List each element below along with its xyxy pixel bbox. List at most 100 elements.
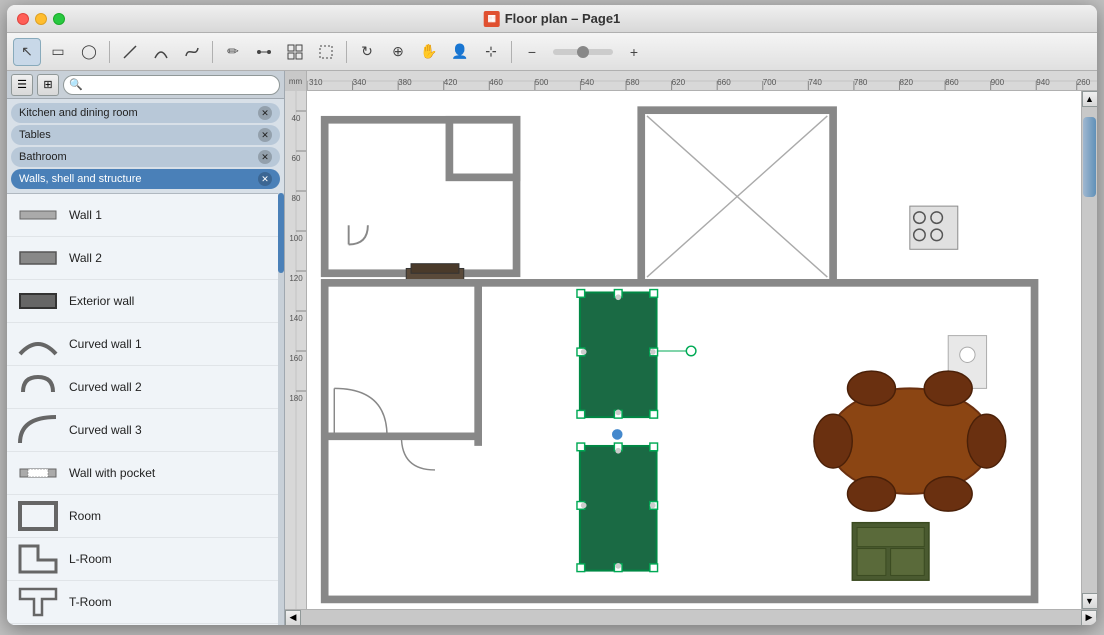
svg-text:940: 940 [1036,78,1050,87]
shape-item-wall1[interactable]: Wall 1 [7,194,278,237]
svg-text:460: 460 [489,78,503,87]
user-button[interactable]: 👤 [446,38,474,66]
svg-text:820: 820 [900,78,914,87]
close-button[interactable] [17,13,29,25]
app-icon: ▦ [484,11,500,27]
group-tool-button[interactable] [281,38,309,66]
ellipse-tool-button[interactable]: ◯ [75,38,103,66]
svg-text:120: 120 [289,274,303,283]
wall1-label: Wall 1 [69,208,102,222]
chip-walls-close[interactable]: ✕ [258,172,272,186]
pointer-button[interactable]: ⊹ [477,38,505,66]
zoom-in-button[interactable]: + [620,38,648,66]
ruler-horizontal: mm 310 340 380 420 460 [285,71,1097,91]
rectangle-tool-button[interactable]: ▭ [44,38,72,66]
chip-bathroom-close[interactable]: ✕ [258,150,272,164]
shape-item-wall2[interactable]: Wall 2 [7,237,278,280]
scroll-left-arrow[interactable]: ◀ [285,610,301,626]
svg-text:620: 620 [672,78,686,87]
vertical-scrollbar[interactable]: ▲ ▼ [1081,91,1097,609]
h-scroll-track[interactable] [301,610,1081,625]
arrange-tool-button[interactable] [312,38,340,66]
ruler-vertical: 40 60 80 100 120 140 160 [285,91,307,609]
room-preview [17,501,59,531]
troom-preview [17,587,59,617]
shape-item-curved2[interactable]: Curved wall 2 [7,366,278,409]
shape-item-pocket[interactable]: Wall with pocket [7,452,278,495]
pencil-tool-button[interactable]: ✏ [219,38,247,66]
svg-text:500: 500 [535,78,549,87]
canvas-wrapper: mm 310 340 380 420 460 [285,71,1097,625]
svg-text:100: 100 [289,234,303,243]
zoom-fit-button[interactable]: ⊕ [384,38,412,66]
wall2-preview [17,243,59,273]
svg-text:80: 80 [292,194,301,203]
toolbar-sep-2 [212,41,213,63]
refresh-button[interactable]: ↻ [353,38,381,66]
toolbar-sep-3 [346,41,347,63]
pocket-label: Wall with pocket [69,466,155,480]
search-input[interactable] [63,75,280,95]
curved2-label: Curved wall 2 [69,380,142,394]
svg-text:160: 160 [289,354,303,363]
chip-tables-close[interactable]: ✕ [258,128,272,142]
connect-tool-button[interactable] [250,38,278,66]
app-window: ▦ Floor plan – Page1 ↖ ▭ ◯ ✏ [7,5,1097,625]
troom-label: T-Room [69,595,112,609]
svg-text:140: 140 [289,314,303,323]
svg-text:740: 740 [808,78,822,87]
chip-tables[interactable]: Tables ✕ [11,125,280,145]
ruler-corner: mm [285,71,307,91]
svg-text:580: 580 [626,78,640,87]
select-tool-button[interactable]: ↖ [13,38,41,66]
line-tool-button[interactable] [116,38,144,66]
scroll-right-arrow[interactable]: ▶ [1081,610,1097,626]
search-container: 🔍 [63,75,280,95]
floor-plan[interactable] [307,91,1081,609]
shape-item-divider[interactable]: Room divider [7,624,278,625]
sidebar-grid-view[interactable]: ⊞ [37,74,59,96]
svg-text:40: 40 [292,114,301,123]
arc-tool-button[interactable] [147,38,175,66]
svg-text:900: 900 [991,78,1005,87]
shape-item-lroom[interactable]: L-Room [7,538,278,581]
curve-tool-button[interactable] [178,38,206,66]
category-chips: Kitchen and dining room ✕ Tables ✕ Bathr… [7,99,284,193]
sidebar-list-view[interactable]: ☰ [11,74,33,96]
shape-item-troom[interactable]: T-Room [7,581,278,624]
svg-text:420: 420 [444,78,458,87]
svg-text:860: 860 [945,78,959,87]
scroll-thumb[interactable] [1083,117,1096,197]
chip-bathroom[interactable]: Bathroom ✕ [11,147,280,167]
svg-text:260: 260 [1077,78,1091,87]
svg-text:310: 310 [309,78,323,87]
svg-text:340: 340 [353,78,367,87]
curved1-preview [17,329,59,359]
maximize-button[interactable] [53,13,65,25]
scroll-track[interactable] [1082,107,1097,593]
scroll-down-arrow[interactable]: ▼ [1082,593,1098,609]
svg-text:540: 540 [580,78,594,87]
shape-item-curved1[interactable]: Curved wall 1 [7,323,278,366]
pocket-preview [17,458,59,488]
zoom-out-button[interactable]: − [518,38,546,66]
room-label: Room [69,509,101,523]
shape-list: Wall 1 Wall 2 [7,193,278,625]
wall2-label: Wall 2 [69,251,102,265]
lroom-preview [17,544,59,574]
shape-item-curved3[interactable]: Curved wall 3 [7,409,278,452]
minimize-button[interactable] [35,13,47,25]
pan-button[interactable]: ✋ [415,38,443,66]
shape-item-exterior[interactable]: Exterior wall [7,280,278,323]
chip-walls[interactable]: Walls, shell and structure ✕ [11,169,280,189]
chip-kitchen[interactable]: Kitchen and dining room ✕ [11,103,280,123]
exterior-label: Exterior wall [69,294,134,308]
horizontal-scrollbar[interactable]: ◀ ▶ [285,609,1097,625]
curved2-preview [17,372,59,402]
curved3-label: Curved wall 3 [69,423,142,437]
sidebar-scrollbar[interactable] [278,193,284,625]
toolbar-sep-4 [511,41,512,63]
shape-item-room[interactable]: Room [7,495,278,538]
chip-kitchen-close[interactable]: ✕ [258,106,272,120]
scroll-up-arrow[interactable]: ▲ [1082,91,1098,107]
